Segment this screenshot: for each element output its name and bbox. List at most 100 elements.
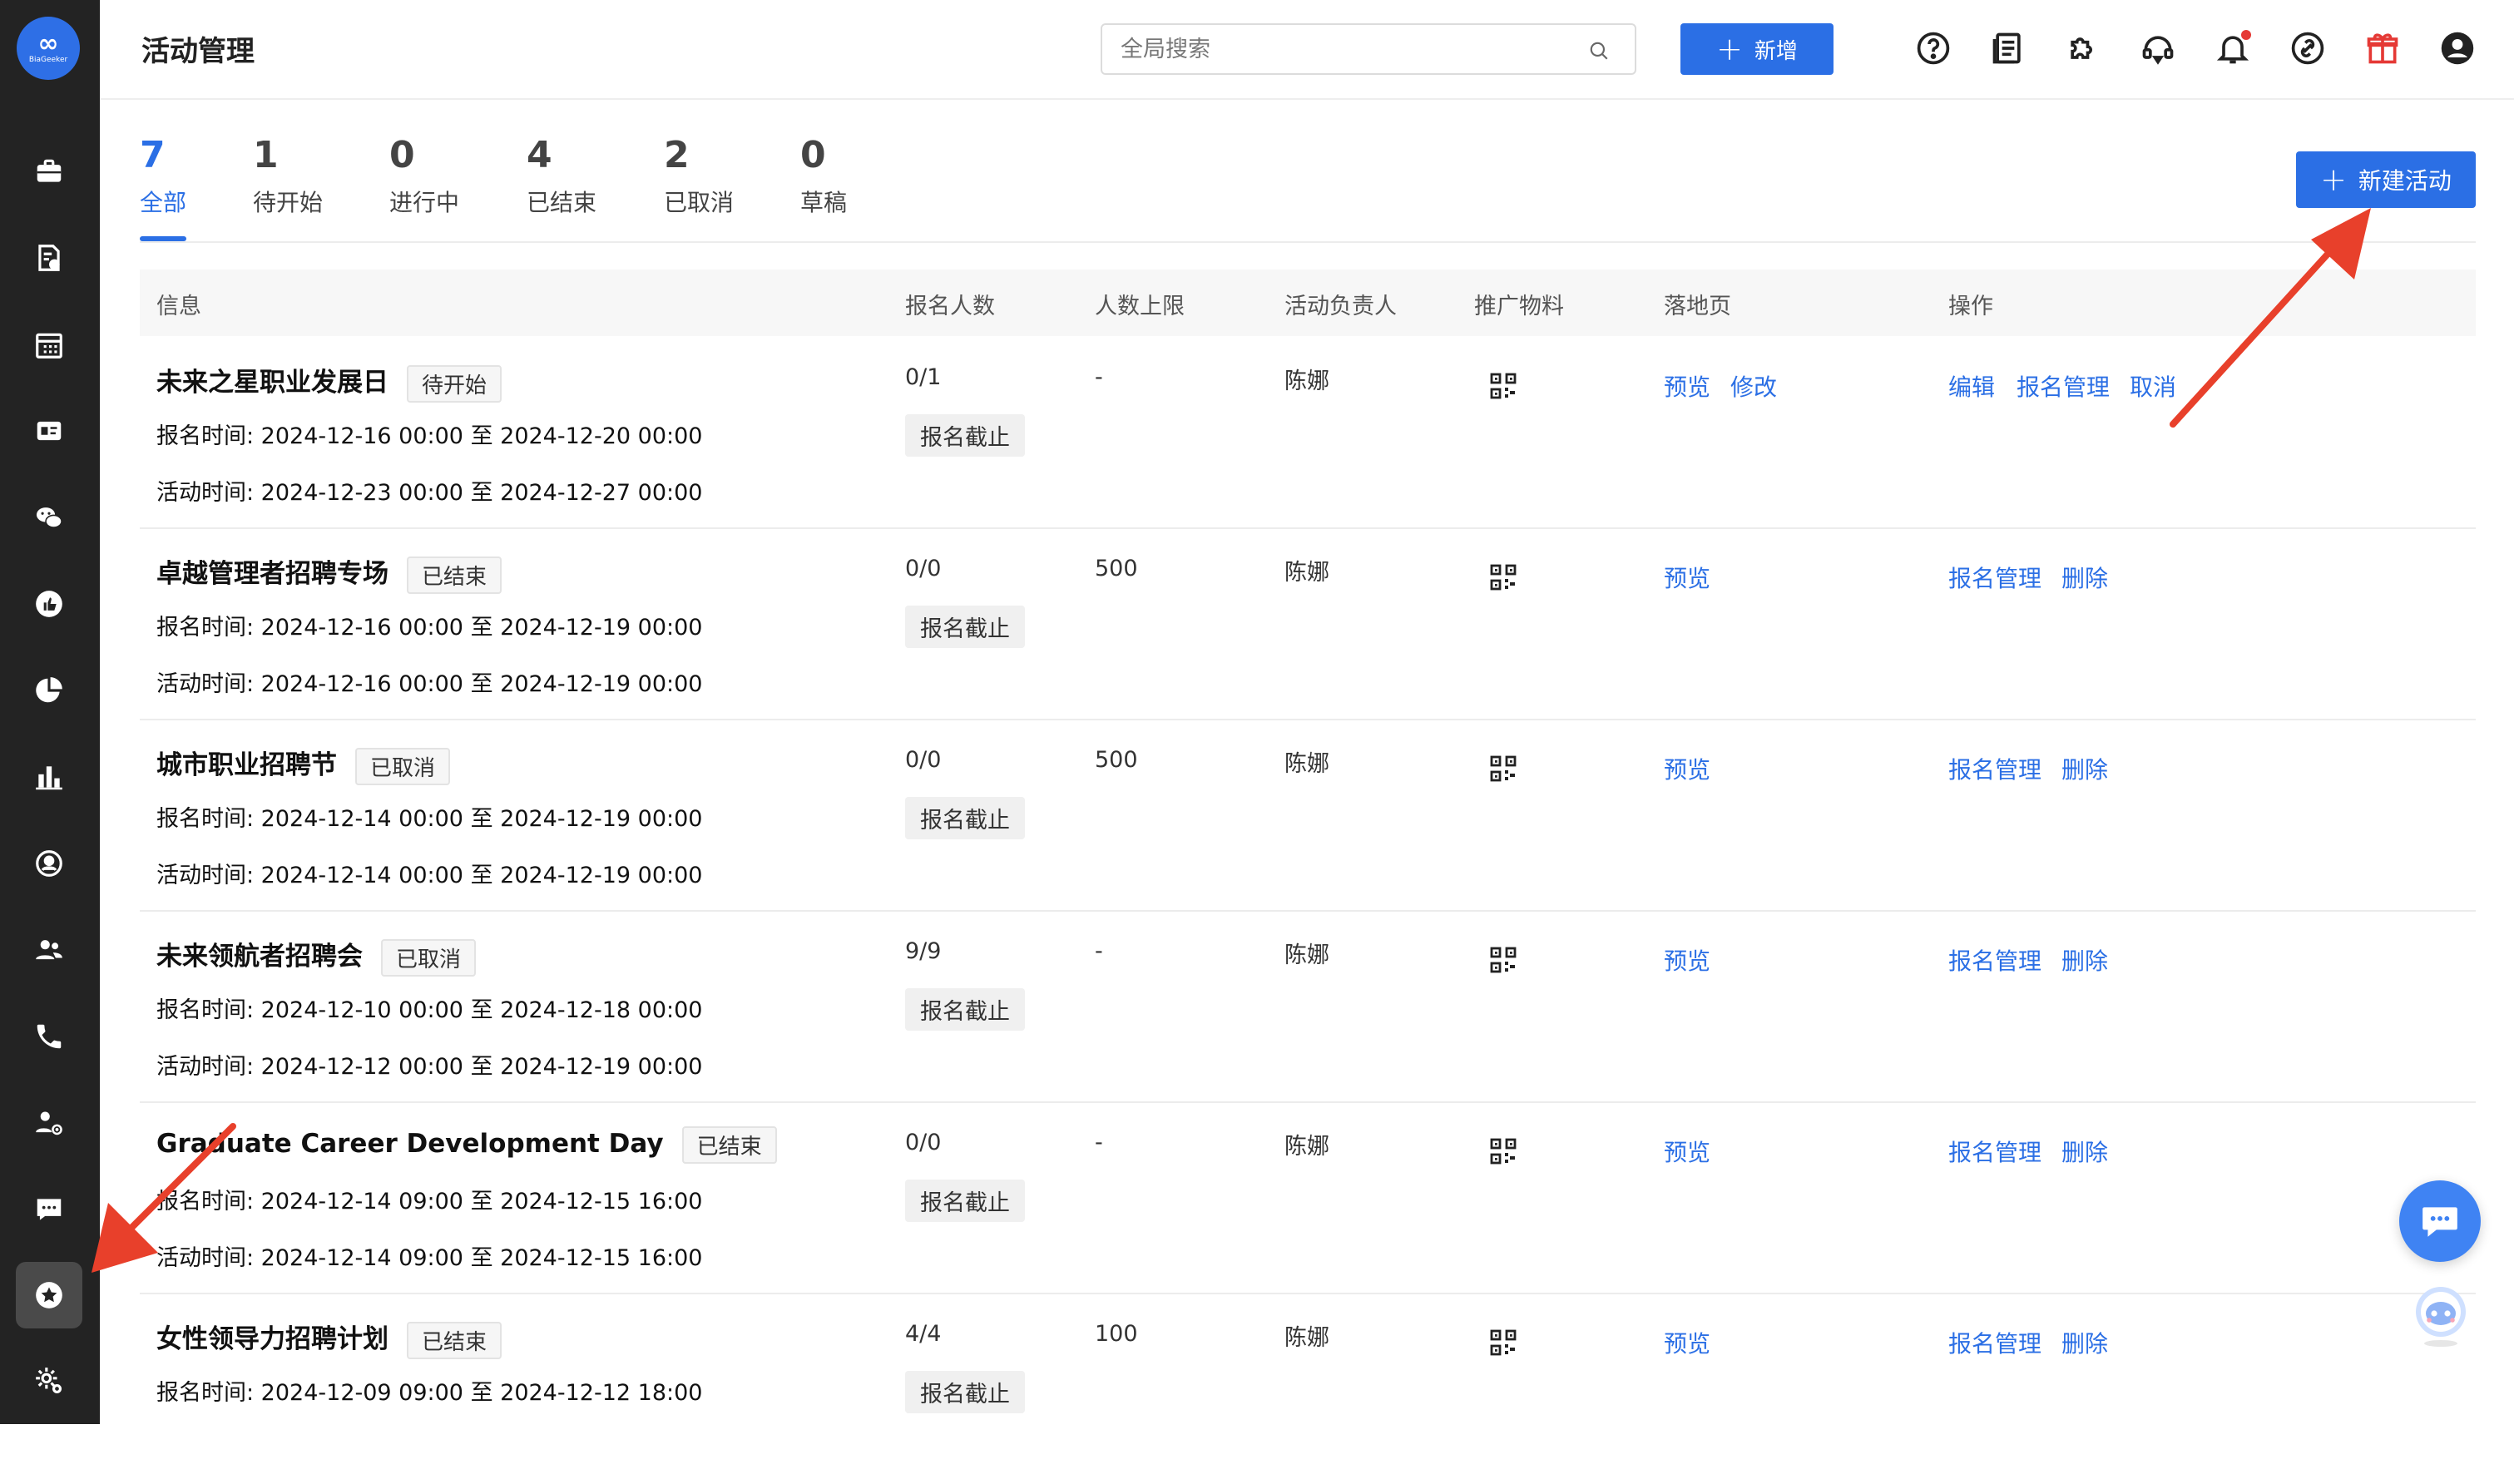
- support-button[interactable]: [2138, 28, 2178, 68]
- preview-link[interactable]: 预览: [1664, 1135, 1710, 1168]
- search-input[interactable]: [1119, 35, 1571, 63]
- registration-time: 报名时间: 2024-12-10 00:00 至 2024-12-18 00:0…: [156, 997, 703, 1023]
- qr-code-icon[interactable]: [1490, 564, 1517, 591]
- plus-icon: +: [2320, 161, 2347, 198]
- preview-link[interactable]: 预览: [1664, 1326, 1710, 1359]
- registration-manage-link[interactable]: 报名管理: [1948, 943, 2041, 977]
- tab-all[interactable]: 7 全部: [140, 133, 186, 218]
- activity-owner: 陈娜: [1284, 942, 1329, 968]
- nav-bar-chart[interactable]: [16, 744, 82, 810]
- nav-calendar[interactable]: [16, 312, 82, 378]
- chat-assistant-button[interactable]: [2399, 1180, 2481, 1262]
- delete-link[interactable]: 删除: [2061, 943, 2108, 977]
- nav-wechat[interactable]: [16, 484, 82, 551]
- activity-time: 活动时间: 2024-12-14 00:00 至 2024-12-19 00:0…: [156, 863, 703, 888]
- attendee-limit: 100: [1095, 1321, 1138, 1347]
- nav-job-document[interactable]: [16, 225, 82, 291]
- nav-users[interactable]: [16, 917, 82, 983]
- gift-button[interactable]: [2363, 28, 2403, 68]
- qr-code-icon[interactable]: [1490, 373, 1517, 399]
- registration-manage-link[interactable]: 报名管理: [1948, 752, 2041, 785]
- registration-manage-link[interactable]: 报名管理: [1948, 561, 2041, 594]
- status-badge: 已取消: [355, 748, 451, 785]
- message-icon: [37, 1199, 62, 1220]
- nav-person[interactable]: [16, 830, 82, 897]
- tab-count: 0: [800, 134, 826, 176]
- global-search[interactable]: [1101, 23, 1636, 75]
- cancel-link[interactable]: 取消: [2130, 369, 2176, 403]
- tab-label: 全部: [140, 189, 187, 216]
- qr-code-icon[interactable]: [1490, 755, 1517, 782]
- activity-name[interactable]: 未来领航者招聘会: [156, 942, 363, 972]
- activity-name[interactable]: Graduate Career Development Day: [156, 1129, 664, 1159]
- registration-state-tag: 报名截止: [905, 1180, 1025, 1222]
- registration-manage-link[interactable]: 报名管理: [1948, 1326, 2041, 1359]
- activity-name[interactable]: 城市职业招聘节: [156, 750, 337, 780]
- logo-mark-icon: ∞: [37, 29, 59, 58]
- delete-link[interactable]: 删除: [2061, 752, 2108, 785]
- preview-link[interactable]: 预览: [1664, 369, 1710, 403]
- nav-phone[interactable]: [16, 1003, 82, 1070]
- notification-dot: [2241, 30, 2251, 40]
- registration-state-tag: 报名截止: [905, 797, 1025, 839]
- robot-assistant-button[interactable]: [2411, 1284, 2471, 1348]
- delete-link[interactable]: 删除: [2061, 1326, 2108, 1359]
- nav-activities[interactable]: [16, 1262, 82, 1328]
- edit-link[interactable]: 编辑: [1948, 369, 1995, 403]
- column-header: 人数上限: [1095, 294, 1185, 319]
- tab-pending[interactable]: 1 待开始: [253, 133, 323, 218]
- link-button[interactable]: [2288, 28, 2328, 68]
- user-avatar-icon: [2441, 32, 2474, 65]
- activity-name-wrap: 城市职业招聘节 已取消: [156, 744, 451, 785]
- nav-messages[interactable]: [16, 1176, 82, 1243]
- qr-code-icon[interactable]: [1490, 947, 1517, 973]
- help-button[interactable]: [1913, 28, 1953, 68]
- tab-ended[interactable]: 4 已结束: [527, 133, 596, 218]
- tab-draft[interactable]: 0 草稿: [800, 133, 847, 218]
- help-icon: [1917, 32, 1950, 65]
- qr-code-icon[interactable]: [1490, 1329, 1517, 1356]
- registration-time: 报名时间: 2024-12-14 09:00 至 2024-12-15 16:0…: [156, 1189, 703, 1214]
- search-icon[interactable]: [1588, 40, 1610, 62]
- preview-link[interactable]: 预览: [1664, 752, 1710, 785]
- qr-code-icon[interactable]: [1490, 1138, 1517, 1165]
- activity-name[interactable]: 卓越管理者招聘专场: [156, 559, 388, 589]
- activity-name-wrap: 卓越管理者招聘专场 已结束: [156, 552, 502, 594]
- add-button[interactable]: + 新增: [1680, 23, 1834, 75]
- modify-link[interactable]: 修改: [1730, 369, 1777, 403]
- bar-chart-icon: [36, 766, 62, 790]
- activity-owner: 陈娜: [1284, 560, 1329, 586]
- document-icon: [1992, 32, 2021, 64]
- tab-count: 7: [140, 134, 166, 176]
- nav-thumbs-up[interactable]: [16, 571, 82, 637]
- nav-briefcase[interactable]: [16, 138, 82, 205]
- registration-manage-link[interactable]: 报名管理: [1948, 1135, 2041, 1168]
- nav-pie-chart[interactable]: [16, 657, 82, 724]
- column-header: 报名人数: [905, 294, 995, 319]
- user-menu[interactable]: [2437, 28, 2477, 68]
- docs-button[interactable]: [1988, 28, 2028, 68]
- tab-in-progress[interactable]: 0 进行中: [389, 133, 459, 218]
- delete-link[interactable]: 删除: [2061, 1135, 2108, 1168]
- activity-name[interactable]: 未来之星职业发展日: [156, 368, 388, 398]
- activity-owner: 陈娜: [1284, 751, 1329, 777]
- nav-settings[interactable]: [16, 1348, 82, 1414]
- preview-link[interactable]: 预览: [1664, 561, 1710, 594]
- nav-user-settings[interactable]: [16, 1090, 82, 1156]
- nav-id-card[interactable]: [16, 398, 82, 464]
- tab-count: 4: [527, 134, 552, 176]
- plugins-button[interactable]: [2063, 28, 2103, 68]
- delete-link[interactable]: 删除: [2061, 561, 2108, 594]
- activity-name[interactable]: 女性领导力招聘计划: [156, 1324, 388, 1354]
- column-header: 活动负责人: [1284, 294, 1397, 319]
- preview-link[interactable]: 预览: [1664, 943, 1710, 977]
- new-activity-button[interactable]: + 新建活动: [2296, 151, 2476, 208]
- column-header: 操作: [1948, 294, 1993, 319]
- app-logo[interactable]: ∞ BiaGeeker: [17, 17, 80, 80]
- notifications-button[interactable]: [2213, 28, 2253, 68]
- tab-label: 进行中: [389, 189, 460, 216]
- table-row: 未来领航者招聘会 已取消 报名时间: 2024-12-10 00:00 至 202…: [140, 910, 2476, 1103]
- tab-cancelled[interactable]: 2 已取消: [664, 133, 734, 218]
- registration-manage-link[interactable]: 报名管理: [2017, 369, 2110, 403]
- tab-label: 已结束: [527, 189, 597, 216]
